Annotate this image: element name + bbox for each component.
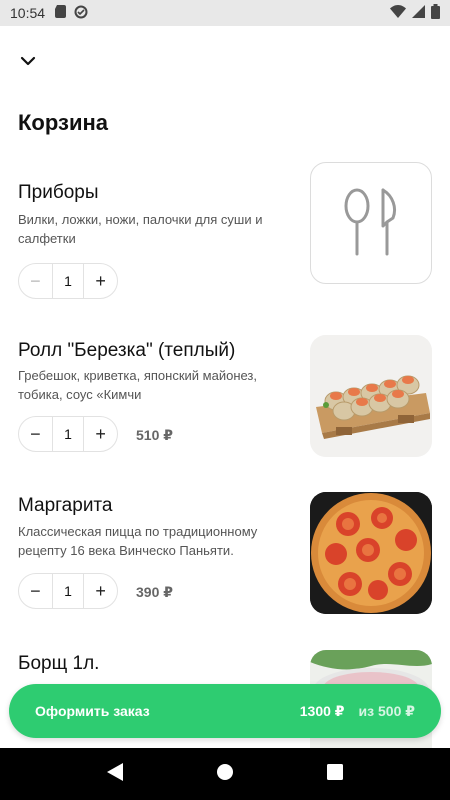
item-name: Ролл "Березка" (теплый) xyxy=(18,340,236,361)
page-title: Корзина xyxy=(18,110,108,135)
system-nav-bar xyxy=(0,748,450,800)
increase-button[interactable]: + xyxy=(84,574,117,608)
chevron-down-icon xyxy=(20,53,36,71)
checkout-label: Оформить заказ xyxy=(35,703,150,719)
item-name: Борщ 1л. xyxy=(18,653,100,674)
increase-button[interactable]: + xyxy=(84,264,117,298)
item-description: Гребешок, криветка, японский майонез, то… xyxy=(18,368,258,402)
decrease-button[interactable]: − xyxy=(19,574,52,608)
quantity-stepper: − 1 + xyxy=(18,263,118,299)
item-image[interactable] xyxy=(310,162,432,284)
signal-icon xyxy=(412,5,425,21)
item-description: Вилки, ложки, ножи, палочки для суши и с… xyxy=(18,212,263,246)
sushi-roll-photo xyxy=(310,335,432,457)
minimum-order: из 500 ₽ xyxy=(358,702,415,719)
nav-back-button[interactable] xyxy=(95,754,135,794)
sd-card-icon xyxy=(55,5,67,21)
increase-button[interactable]: + xyxy=(84,417,117,451)
item-name: Маргарита xyxy=(18,495,113,516)
wifi-icon xyxy=(390,5,406,21)
cart-item: Маргарита Классическая пицца по традицио… xyxy=(0,490,450,630)
battery-icon xyxy=(431,4,440,22)
quantity-value: 1 xyxy=(51,574,85,608)
status-bar: 10:54 xyxy=(0,0,450,26)
quantity-value: 1 xyxy=(51,417,85,451)
item-price: 510 ₽ xyxy=(136,427,173,443)
checkout-button[interactable]: Оформить заказ 1300 ₽ из 500 ₽ xyxy=(9,684,441,738)
pizza-photo xyxy=(310,492,432,614)
nav-recents-button[interactable] xyxy=(315,754,355,794)
status-time: 10:54 xyxy=(10,5,46,21)
back-triangle-icon xyxy=(107,762,123,786)
collapse-button[interactable] xyxy=(14,48,42,76)
cart-item: Приборы Вилки, ложки, ножи, палочки для … xyxy=(0,160,450,300)
item-name: Приборы xyxy=(18,182,99,203)
recents-square-icon xyxy=(327,763,343,785)
home-circle-icon xyxy=(216,763,234,786)
item-image[interactable] xyxy=(310,492,432,614)
quantity-value: 1 xyxy=(51,264,85,298)
quantity-stepper: − 1 + xyxy=(18,573,118,609)
nav-home-button[interactable] xyxy=(205,754,245,794)
order-total: 1300 ₽ xyxy=(299,702,345,719)
item-image[interactable] xyxy=(310,335,432,457)
decrease-button[interactable]: − xyxy=(19,417,52,451)
cutlery-icon xyxy=(339,186,403,261)
item-price: 390 ₽ xyxy=(136,584,173,600)
data-saver-icon xyxy=(74,5,88,22)
quantity-stepper: − 1 + xyxy=(18,416,118,452)
decrease-button[interactable]: − xyxy=(19,264,52,298)
cart-item: Ролл "Березка" (теплый) Гребешок, кривет… xyxy=(0,330,450,470)
item-description: Классическая пицца по традиционному реце… xyxy=(18,524,258,558)
